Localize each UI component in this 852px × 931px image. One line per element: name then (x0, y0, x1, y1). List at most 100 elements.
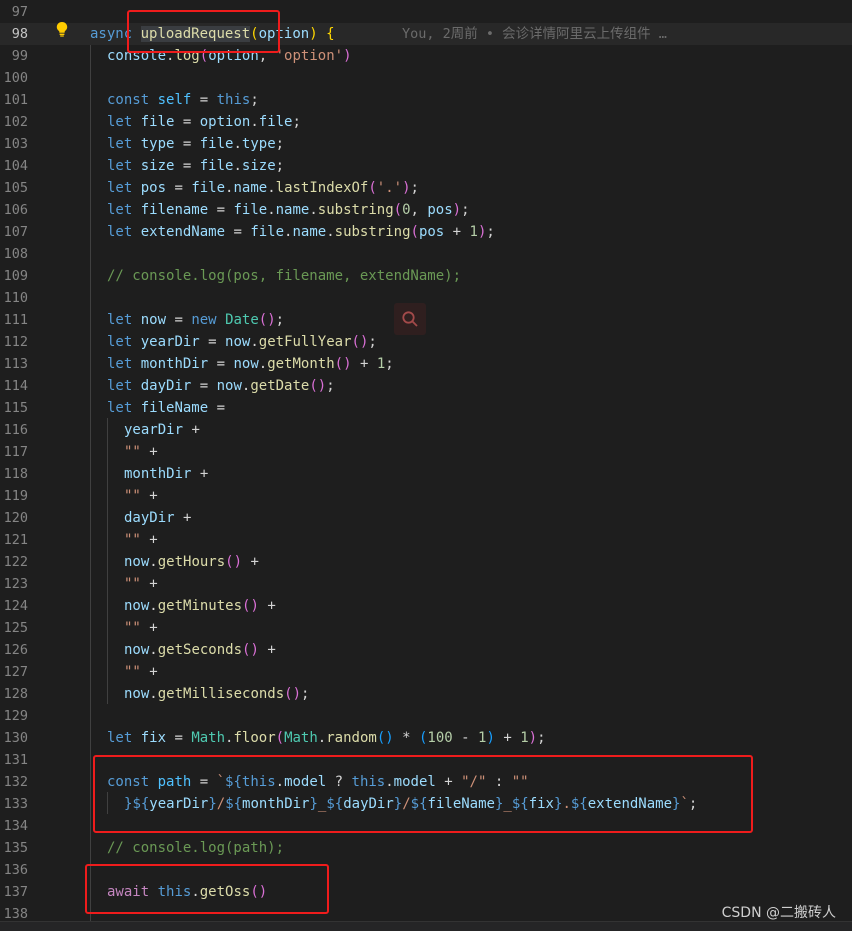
code-line[interactable]: 122 now.getHours() + (0, 551, 852, 573)
code-token: getOss (199, 884, 251, 900)
code-line[interactable]: 127 "" + (0, 661, 852, 683)
code-token: * (393, 730, 419, 746)
code-line[interactable]: 109 // console.log(pos, filename, extendN… (0, 265, 852, 287)
code-line[interactable]: 105 let pos = file.name.lastIndexOf('.'); (0, 177, 852, 199)
code-line[interactable]: 134 (0, 815, 852, 837)
code-line[interactable]: 116 yearDir + (0, 419, 852, 441)
code-text[interactable]: let extendName = file.name.substring(pos… (107, 221, 495, 243)
code-line[interactable]: 121 "" + (0, 529, 852, 551)
code-text[interactable]: let monthDir = now.getMonth() + 1; (107, 353, 394, 375)
code-line[interactable]: 115 let fileName = (0, 397, 852, 419)
code-text[interactable]: let yearDir = now.getFullYear(); (107, 331, 377, 353)
code-text[interactable]: "" + (124, 485, 158, 507)
code-line[interactable]: 97 (0, 1, 852, 23)
code-token: const (107, 774, 150, 790)
code-line[interactable]: 110 (0, 287, 852, 309)
code-line[interactable]: 114 let dayDir = now.getDate(); (0, 375, 852, 397)
code-token: extendName (140, 224, 226, 240)
code-text[interactable]: monthDir + (124, 463, 208, 485)
code-line[interactable]: 123 "" + (0, 573, 852, 595)
code-text[interactable]: "" + (124, 661, 158, 683)
code-line[interactable]: 111 let now = new Date(); (0, 309, 852, 331)
code-text[interactable]: now.getMinutes() + (124, 595, 276, 617)
code-token: name (292, 224, 327, 240)
code-text[interactable]: "" + (124, 573, 158, 595)
code-text[interactable]: now.getMilliseconds(); (124, 683, 309, 705)
code-line[interactable]: 120 dayDir + (0, 507, 852, 529)
code-text[interactable]: let size = file.size; (107, 155, 284, 177)
code-line[interactable]: 103 let type = file.type; (0, 133, 852, 155)
code-text[interactable]: // console.log(pos, filename, extendName… (107, 265, 461, 287)
code-text[interactable]: let fix = Math.floor(Math.random() * (10… (107, 727, 546, 749)
code-text[interactable]: await this.getOss() (107, 881, 267, 903)
code-line[interactable]: 99 console.log(option, 'option') (0, 45, 852, 67)
code-line[interactable]: 102 let file = option.file; (0, 111, 852, 133)
code-text[interactable]: }${yearDir}/${monthDir}_${dayDir}/${file… (124, 793, 697, 815)
code-token: dayDir (343, 796, 394, 812)
code-text[interactable]: const path = `${this.model ? this.model … (107, 771, 529, 793)
code-line[interactable]: 133}${yearDir}/${monthDir}_${dayDir}/${f… (0, 793, 852, 815)
code-text[interactable]: "" + (124, 441, 158, 463)
code-text[interactable]: const self = this; (107, 89, 259, 111)
code-text[interactable]: let pos = file.name.lastIndexOf('.'); (107, 177, 419, 199)
code-token: model (393, 774, 436, 790)
code-line[interactable]: 100 (0, 67, 852, 89)
code-text[interactable]: console.log(option, 'option') (107, 45, 352, 67)
code-line[interactable]: 98 async uploadRequest(option) {You, 2周前 … (0, 23, 852, 45)
code-token: = (166, 312, 192, 328)
code-token: fileName (140, 400, 209, 416)
code-line[interactable]: 136 (0, 859, 852, 881)
code-token: "/" (461, 774, 487, 790)
code-line[interactable]: 137 await this.getOss() (0, 881, 852, 903)
code-text[interactable]: let type = file.type; (107, 133, 284, 155)
code-token: ; (275, 312, 285, 328)
code-line[interactable]: 135 // console.log(path); (0, 837, 852, 859)
code-text[interactable]: async uploadRequest(option) { (90, 23, 335, 45)
code-token: ( (258, 312, 268, 328)
code-line[interactable]: 107 let extendName = file.name.substring(… (0, 221, 852, 243)
code-line[interactable]: 104 let size = file.size; (0, 155, 852, 177)
code-text[interactable]: now.getSeconds() + (124, 639, 276, 661)
code-text[interactable]: dayDir + (124, 507, 191, 529)
code-line[interactable]: 129 (0, 705, 852, 727)
code-editor[interactable]: 97 98 async uploadRequest(option) {You, 2周… (0, 0, 852, 931)
code-line[interactable]: 126 now.getSeconds() + (0, 639, 852, 661)
horizontal-scrollbar[interactable] (0, 921, 852, 931)
code-line[interactable]: 131 (0, 749, 852, 771)
code-token: getFullYear (258, 334, 352, 350)
code-text[interactable]: let dayDir = now.getDate(); (107, 375, 335, 397)
code-line[interactable]: 124 now.getMinutes() + (0, 595, 852, 617)
code-line[interactable]: 113 let monthDir = now.getMonth() + 1; (0, 353, 852, 375)
code-line[interactable]: 117 "" + (0, 441, 852, 463)
code-text[interactable]: "" + (124, 529, 158, 551)
code-text[interactable]: let now = new Date(); (107, 309, 284, 331)
code-text[interactable]: let file = option.file; (107, 111, 301, 133)
code-line[interactable]: 118 monthDir + (0, 463, 852, 485)
code-line[interactable]: 125 "" + (0, 617, 852, 639)
code-text[interactable]: let filename = file.name.substring(0, po… (107, 199, 470, 221)
lightbulb-icon[interactable] (55, 21, 69, 37)
code-text[interactable]: "" + (124, 617, 158, 639)
code-text[interactable]: yearDir + (124, 419, 200, 441)
code-token: ; (410, 180, 419, 196)
code-line[interactable]: 128 now.getMilliseconds(); (0, 683, 852, 705)
code-token: this (216, 92, 251, 108)
code-line[interactable]: 101 const self = this; (0, 89, 852, 111)
code-line[interactable]: 130 let fix = Math.floor(Math.random() * … (0, 727, 852, 749)
code-line[interactable]: 112 let yearDir = now.getFullYear(); (0, 331, 852, 353)
code-token: = (174, 136, 200, 152)
code-line[interactable]: 108 (0, 243, 852, 265)
code-token: 1 (469, 224, 478, 240)
code-token: file (258, 114, 293, 130)
code-text[interactable]: let fileName = (107, 397, 225, 419)
code-line[interactable]: 132 const path = `${this.model ? this.mod… (0, 771, 852, 793)
code-line[interactable]: 119 "" + (0, 485, 852, 507)
code-text[interactable]: now.getHours() + (124, 551, 259, 573)
code-token: file (250, 224, 285, 240)
code-text[interactable]: // console.log(path); (107, 837, 284, 859)
line-number: 101 (3, 92, 28, 108)
code-token: "" (124, 620, 141, 636)
code-line[interactable]: 106 let filename = file.name.substring(0,… (0, 199, 852, 221)
